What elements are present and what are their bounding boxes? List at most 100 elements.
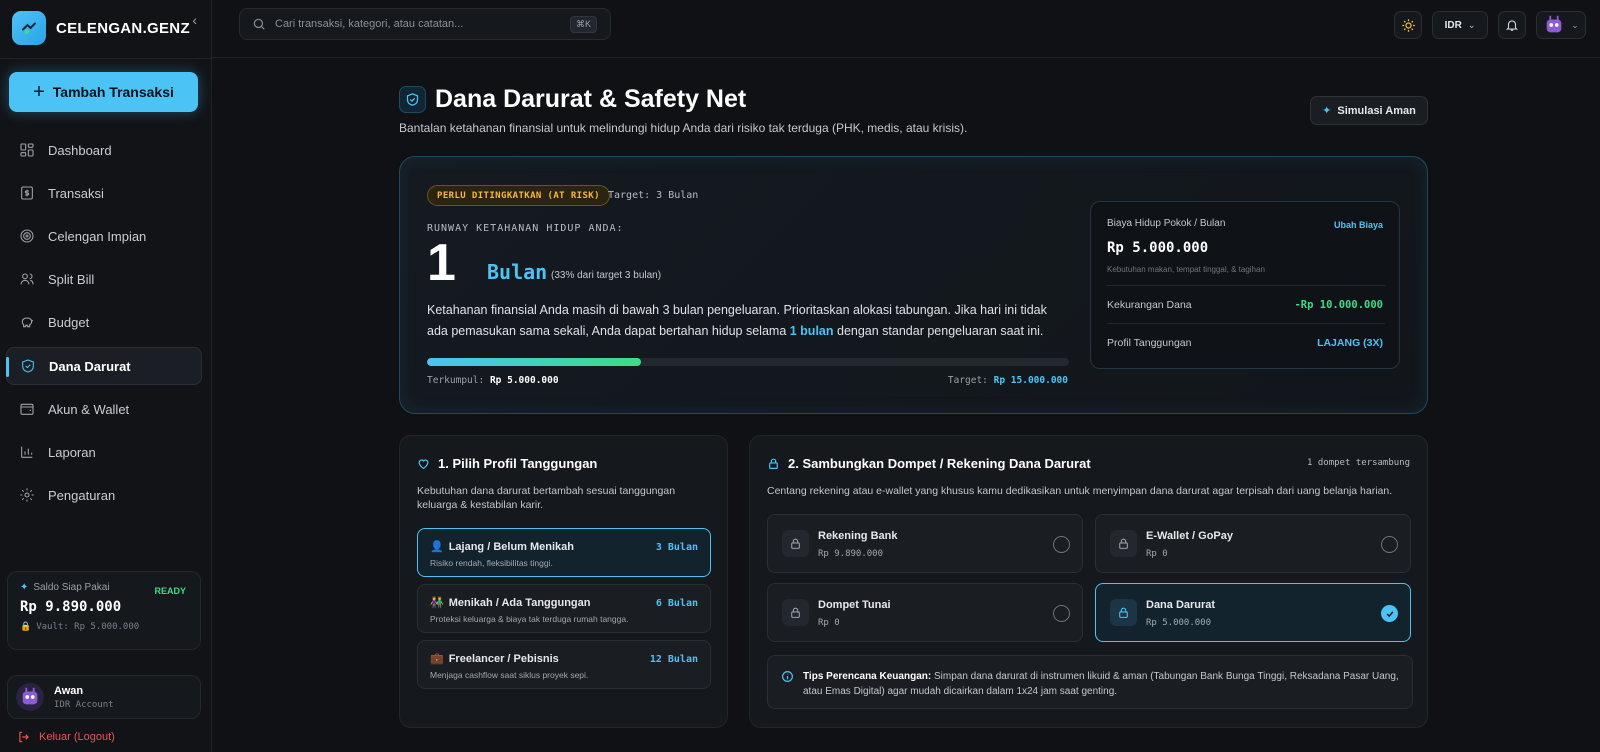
search-icon (253, 18, 265, 30)
vault-text: Vault: Rp 5.000.000 (36, 622, 140, 632)
wallet-name: Rekening Bank (818, 530, 898, 542)
simulate-button[interactable]: ✦ Simulasi Aman (1310, 96, 1428, 125)
target-label-short: Target: (947, 375, 988, 386)
lock-icon (782, 599, 809, 626)
page-title: Dana Darurat & Safety Net (435, 85, 747, 113)
saldo-label-text: Saldo Siap Pakai (33, 582, 110, 593)
wallet-amount: Rp 0 (818, 618, 840, 628)
divider (1107, 285, 1385, 286)
wallet-checkbox[interactable] (1381, 536, 1398, 553)
sidebar-item-transaksi[interactable]: Transaksi (6, 174, 202, 212)
vault-info: 🔒 Vault: Rp 5.000.000 (20, 622, 188, 632)
info-icon (782, 671, 793, 682)
user-menu-button[interactable]: ⌄ (1536, 11, 1586, 39)
sparkle-icon: ✦ (20, 582, 29, 593)
sidebar-item-dana-darurat[interactable]: Dana Darurat (6, 347, 202, 385)
wallet-amount: Rp 0 (1146, 549, 1168, 559)
change-cost-link[interactable]: Ubah Biaya (1334, 220, 1383, 230)
theme-toggle-button[interactable] (1394, 11, 1422, 39)
desc-highlight: 1 bulan (789, 324, 834, 338)
simulate-label: Simulasi Aman (1337, 104, 1416, 117)
profile-option-lajang[interactable]: 👤 Lajang / Belum Menikah Risiko rendah, f… (417, 528, 711, 577)
wallet-option-rekening-bank[interactable]: Rekening Bank Rp 9.890.000 (767, 514, 1083, 573)
currency-select[interactable]: IDR ⌄ (1432, 11, 1488, 39)
shortcut-badge: ⌘K (569, 16, 597, 33)
profile-option-label: Lajang / Belum Menikah (448, 540, 575, 553)
check-icon[interactable] (1381, 605, 1398, 622)
sidebar-item-akun-wallet[interactable]: Akun & Wallet (6, 390, 202, 428)
sidebar-item-label: Pengaturan (48, 487, 116, 503)
logout-button[interactable]: Keluar (Logout) (17, 730, 115, 744)
user-profile[interactable]: Awan IDR Account (7, 675, 201, 719)
shortfall-value: -Rp 10.000.000 (1294, 299, 1383, 311)
notification-button[interactable] (1498, 11, 1526, 39)
search-placeholder: Cari transaksi, kategori, atau catatan..… (275, 18, 464, 30)
lock-icon (1110, 599, 1137, 626)
tips-label: Tips Perencana Keuangan: (803, 671, 932, 682)
wallet-checkbox[interactable] (1053, 605, 1070, 622)
wallet-option-dana-darurat[interactable]: Dana Darurat Rp 5.000.000 (1095, 583, 1411, 642)
profile-option-title: 👤 Lajang / Belum Menikah (430, 540, 575, 554)
brand[interactable]: CELENGAN.GENZ (12, 8, 200, 48)
sidebar-item-label: Split Bill (48, 271, 95, 287)
logout-label: Keluar (Logout) (39, 731, 115, 743)
bar-chart-icon (18, 443, 36, 461)
sidebar-item-dashboard[interactable]: Dashboard (6, 131, 202, 169)
sidebar-item-celengan-impian[interactable]: Celengan Impian (6, 217, 202, 255)
cost-label: Biaya Hidup Pokok / Bulan (1107, 218, 1226, 229)
saldo-card: ✦ Saldo Siap Pakai READY Rp 9.890.000 🔒 … (7, 571, 201, 650)
card-title-text: 2. Sambungkan Dompet / Rekening Dana Dar… (788, 456, 1091, 471)
wallet-name: Dana Darurat (1146, 599, 1216, 611)
connected-count: 1 dompet tersambung (1307, 458, 1410, 468)
card-description: Centang rekening atau e-wallet yang khus… (767, 485, 1393, 497)
target-icon (18, 227, 36, 245)
wallet-option-ewallet-gopay[interactable]: E-Wallet / GoPay Rp 0 (1095, 514, 1411, 573)
runway-percentage: (33% dari target 3 bulan) (551, 270, 662, 281)
runway-unit: Bulan (487, 260, 548, 284)
runway-description: Ketahanan finansial Anda masih di bawah … (427, 300, 1057, 342)
profile-option-desc: Menjaga cashflow saat siklus proyek sepi… (430, 670, 589, 680)
sun-icon (1401, 18, 1415, 32)
saldo-amount: Rp 9.890.000 (20, 599, 122, 615)
shield-icon (399, 86, 426, 113)
sidebar-item-split-bill[interactable]: Split Bill (6, 260, 202, 298)
briefcase-icon: 💼 (430, 653, 444, 665)
profile-option-desc: Proteksi keluarga & biaya tak terduga ru… (430, 614, 629, 624)
card-title: 2. Sambungkan Dompet / Rekening Dana Dar… (767, 456, 1091, 471)
wallet-name: Dompet Tunai (818, 599, 891, 611)
profile-option-months: 12 Bulan (649, 654, 698, 665)
sparkle-icon: ✦ (1322, 105, 1332, 117)
risk-status-badge: PERLU DITINGKATKAN (AT RISK) (427, 185, 610, 206)
wallet-option-dompet-tunai[interactable]: Dompet Tunai Rp 0 (767, 583, 1083, 642)
page-subtitle: Bantalan ketahanan finansial untuk melin… (399, 121, 968, 135)
profile-selection-card: 1. Pilih Profil Tanggungan Kebutuhan dan… (399, 435, 728, 728)
sidebar-item-laporan[interactable]: Laporan (6, 433, 202, 471)
profile-option-title: 👫 Menikah / Ada Tanggungan (430, 596, 590, 610)
wallet-checkbox[interactable] (1053, 536, 1070, 553)
profile-option-menikah[interactable]: 👫 Menikah / Ada Tanggungan Proteksi kelua… (417, 584, 711, 633)
desc-text: dengan standar pengeluaran saat ini. (833, 324, 1044, 338)
piggy-bank-icon (18, 313, 36, 331)
profile-option-months: 3 Bulan (655, 542, 698, 553)
search-input[interactable]: Cari transaksi, kategori, atau catatan..… (239, 8, 611, 40)
lock-icon (782, 530, 809, 557)
user-name: Awan (54, 684, 84, 697)
sidebar-item-label: Celengan Impian (48, 228, 147, 244)
cost-summary-panel: Biaya Hidup Pokok / Bulan Ubah Biaya Rp … (1090, 201, 1400, 369)
shield-icon (19, 357, 37, 375)
profile-option-title: 💼 Freelancer / Pebisnis (430, 652, 559, 666)
couple-icon: 👫 (430, 597, 444, 609)
lock-icon (769, 458, 778, 469)
wallet-amount: Rp 9.890.000 (818, 549, 884, 559)
card-description: Kebutuhan dana darurat bertambah sesuai … (417, 485, 676, 511)
heart-shield-icon (418, 459, 429, 470)
brand-name: CELENGAN.GENZ (56, 19, 190, 37)
sidebar-item-pengaturan[interactable]: Pengaturan (6, 476, 202, 514)
add-transaction-button[interactable]: + Tambah Transaksi (9, 72, 198, 112)
avatar (1546, 15, 1562, 33)
target-label: Target: 3 Bulan (608, 190, 699, 201)
sidebar-item-label: Akun & Wallet (48, 401, 130, 417)
sidebar-item-budget[interactable]: Budget (6, 303, 202, 341)
profile-option-freelancer[interactable]: 💼 Freelancer / Pebisnis Menjaga cashflow … (417, 640, 711, 689)
chevron-left-icon[interactable]: ‹ (192, 12, 197, 28)
